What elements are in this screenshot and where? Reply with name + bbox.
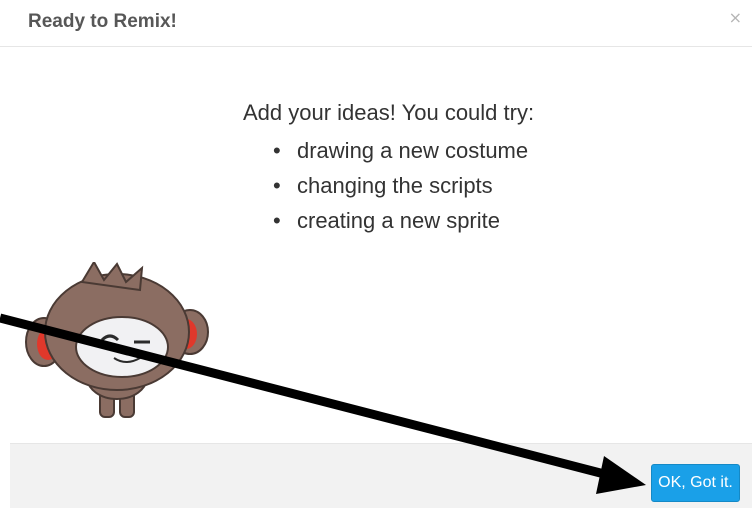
dialog-title: Ready to Remix! xyxy=(28,11,177,32)
list-item: • changing the scripts xyxy=(273,168,713,203)
gobo-mascot-icon xyxy=(25,262,209,418)
tips-list: • drawing a new costume • changing the s… xyxy=(243,133,713,238)
close-icon[interactable]: × xyxy=(729,8,742,27)
dialog-content: Add your ideas! You could try: • drawing… xyxy=(243,99,713,238)
tip-text: creating a new sprite xyxy=(297,208,500,233)
ok-got-it-button[interactable]: OK, Got it. xyxy=(651,464,740,502)
bullet-icon: • xyxy=(273,173,281,198)
bullet-icon: • xyxy=(273,138,281,163)
annotation-arrow-icon xyxy=(0,313,646,494)
bullet-icon: • xyxy=(273,208,281,233)
tip-text: drawing a new costume xyxy=(297,138,529,163)
tip-text: changing the scripts xyxy=(297,173,493,198)
dialog-header: Ready to Remix! × xyxy=(0,0,752,47)
remix-dialog: Ready to Remix! × Add your ideas! You co… xyxy=(0,0,752,508)
list-item: • creating a new sprite xyxy=(273,203,713,238)
intro-text: Add your ideas! You could try: xyxy=(243,100,535,125)
dialog-footer xyxy=(10,443,752,508)
list-item: • drawing a new costume xyxy=(273,133,713,168)
